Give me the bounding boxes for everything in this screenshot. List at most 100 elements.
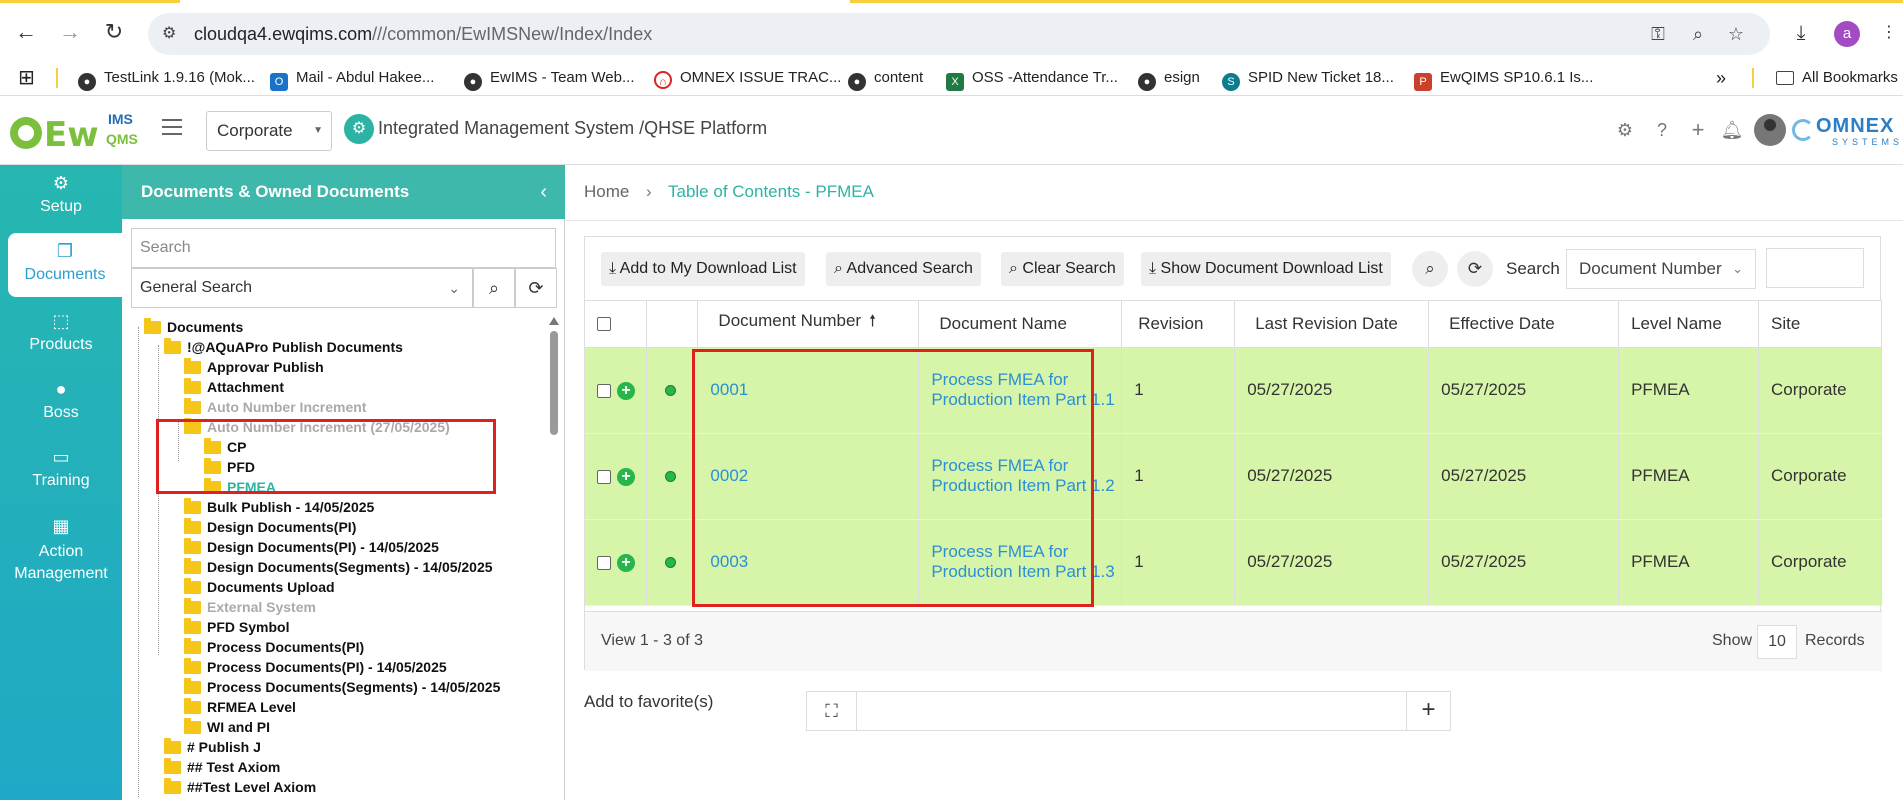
col-level-name[interactable]: Level Name	[1618, 301, 1759, 348]
tree-search-icon[interactable]: ⌕	[473, 268, 515, 308]
star-icon[interactable]: ☆	[1724, 22, 1748, 46]
all-bookmarks[interactable]: All Bookmarks	[1776, 67, 1898, 89]
tree-refresh-icon[interactable]: ⟳	[515, 268, 557, 308]
tree-node[interactable]: Design Documents(PI) - 14/05/2025	[184, 537, 439, 557]
add-to-download-list-button[interactable]: ⤓ Add to My Download List	[601, 252, 805, 286]
row-checkbox[interactable]	[597, 555, 611, 570]
tree-node[interactable]: Approvar Publish	[184, 357, 324, 377]
add-icon[interactable]: +	[1686, 118, 1710, 142]
nav-training[interactable]: ▭ Training	[0, 447, 122, 490]
expand-plus-icon[interactable]: +	[617, 381, 635, 400]
documents-grid: ⤓ Add to My Download List ⌕ Advanced Sea…	[584, 236, 1882, 671]
collapse-panel-icon[interactable]: ‹	[540, 165, 547, 219]
col-effective-date[interactable]: Effective Date	[1428, 301, 1620, 348]
tree-node[interactable]: ## Test Axiom	[164, 757, 280, 777]
bookmark-oss[interactable]: X OSS -Attendance Tr...	[946, 67, 1118, 91]
revision-cell: 1	[1121, 347, 1236, 434]
bookmark-content[interactable]: ● content	[848, 67, 923, 91]
folder-icon	[164, 338, 181, 354]
tree-node[interactable]: External System	[184, 597, 316, 617]
site-info-icon[interactable]: ⚙	[162, 23, 184, 45]
bookmark-spid[interactable]: S SPID New Ticket 18...	[1222, 67, 1394, 91]
ewqims-logo[interactable]: Ew IMS QMS	[10, 107, 150, 155]
tree-node[interactable]: Attachment	[184, 377, 284, 397]
search-field-select[interactable]: Document Number ⌄	[1566, 249, 1756, 289]
profile-avatar[interactable]: a	[1834, 21, 1860, 47]
expand-plus-icon[interactable]: +	[617, 467, 635, 486]
breadcrumb-home[interactable]: Home	[584, 182, 629, 202]
hamburger-menu-icon[interactable]	[162, 119, 182, 137]
nav-boss[interactable]: ● Boss	[0, 379, 122, 422]
tree-node[interactable]: PFD Symbol	[184, 617, 289, 637]
tree-node[interactable]: Design Documents(Segments) - 14/05/2025	[184, 557, 493, 577]
folder-icon	[184, 638, 201, 654]
col-last-revision-date[interactable]: Last Revision Date	[1234, 301, 1430, 348]
nav-setup[interactable]: ⚙ Setup	[0, 173, 122, 216]
tree-scrollbar[interactable]	[548, 317, 560, 800]
bookmark-ewqims[interactable]: P EwQIMS SP10.6.1 Is...	[1414, 67, 1593, 91]
bookmark-mail[interactable]: O Mail - Abdul Hakee...	[270, 67, 434, 91]
row-checkbox[interactable]	[597, 383, 611, 398]
bookmark-omnex-issue[interactable]: ∩ OMNEX ISSUE TRAC...	[654, 67, 841, 89]
help-icon[interactable]: ?	[1650, 118, 1674, 142]
tree-node[interactable]: WI and PI	[184, 717, 270, 737]
select-all-checkbox[interactable]	[597, 317, 611, 332]
tree-node[interactable]: # Publish J	[164, 737, 261, 757]
expand-plus-icon[interactable]: +	[617, 553, 635, 572]
tree-search-input[interactable]: Search	[131, 228, 556, 268]
col-site[interactable]: Site	[1758, 301, 1882, 348]
more-bookmarks-icon[interactable]: »	[1716, 67, 1726, 89]
key-icon[interactable]: ⚿	[1646, 22, 1670, 46]
tree-node[interactable]: Auto Number Increment	[184, 397, 366, 417]
settings-icon[interactable]: ⚙	[1613, 118, 1637, 142]
download-icon[interactable]: ⤓	[1788, 20, 1814, 46]
tree-node[interactable]: Process Documents(PI)	[184, 637, 364, 657]
tree-node[interactable]: RFMEA Level	[184, 697, 296, 717]
hierarchy-icon[interactable]: ⛶	[807, 692, 857, 730]
bookmark-esign[interactable]: ● esign	[1138, 67, 1200, 91]
forward-arrow-icon[interactable]: →	[56, 18, 84, 46]
add-favorite-button[interactable]: +	[1406, 692, 1450, 730]
refresh-circle-icon[interactable]: ⟳	[1457, 251, 1493, 287]
nav-products[interactable]: ⬚ Products	[0, 311, 122, 354]
zoom-icon[interactable]: ⌕	[1686, 22, 1710, 46]
last-revision-cell: 05/27/2025	[1234, 519, 1430, 606]
bookmark-testlink[interactable]: ● TestLink 1.9.16 (Mok...	[78, 67, 255, 91]
col-document-number[interactable]: Document Number 🠕	[697, 301, 920, 348]
url-text[interactable]: cloudqa4.ewqims.com///common/EwIMSNew/In…	[194, 24, 652, 45]
nav-action-management[interactable]: ▦ Action Management	[0, 515, 122, 585]
advanced-search-button[interactable]: ⌕ Advanced Search	[826, 252, 981, 286]
tree-node[interactable]: Bulk Publish - 14/05/2025	[184, 497, 374, 517]
tree-node[interactable]: ##Test Level Axiom	[164, 777, 316, 797]
col-revision[interactable]: Revision	[1121, 301, 1236, 348]
clear-search-button[interactable]: ⌕ Clear Search	[1001, 252, 1124, 286]
bookmark-ewims[interactable]: ● EwIMS - Team Web...	[464, 67, 635, 91]
tree-node-aquapro[interactable]: !@AQuAPro Publish Documents	[164, 337, 403, 357]
tree-node[interactable]: Process Documents(Segments) - 14/05/2025	[184, 677, 500, 697]
favorites-box[interactable]: ⛶ +	[806, 691, 1451, 731]
bell-icon[interactable]: 🔔︎	[1720, 118, 1744, 142]
search-type-select[interactable]: General Search ⌄	[131, 268, 473, 308]
records-per-page-input[interactable]: 10	[1757, 625, 1797, 659]
row-checkbox[interactable]	[597, 469, 611, 484]
folder-icon	[184, 558, 201, 574]
tree-node[interactable]: Documents Upload	[184, 577, 335, 597]
select-all-header[interactable]	[585, 301, 648, 348]
tree-node[interactable]: Process Documents(PI) - 14/05/2025	[184, 657, 447, 677]
apps-grid-icon[interactable]: ⊞	[18, 67, 35, 89]
nav-documents[interactable]: ❐ Documents	[8, 233, 122, 297]
more-menu-icon[interactable]: ⋮	[1876, 20, 1902, 46]
records-label: Records	[1805, 632, 1865, 649]
tree-node-documents[interactable]: Documents	[144, 317, 243, 337]
address-bar[interactable]: ⚙ cloudqa4.ewqims.com///common/EwIMSNew/…	[148, 13, 1770, 55]
grid-search-input[interactable]	[1766, 248, 1864, 288]
training-icon: ▭	[52, 447, 70, 467]
tree-node[interactable]: Design Documents(PI)	[184, 517, 356, 537]
col-document-name[interactable]: Document Name	[918, 301, 1123, 348]
user-avatar[interactable]	[1754, 114, 1786, 146]
show-download-list-button[interactable]: ⤓ Show Document Download List	[1141, 252, 1391, 286]
back-arrow-icon[interactable]: ←	[12, 18, 40, 46]
reload-icon[interactable]: ↻	[100, 18, 128, 46]
site-select[interactable]: Corporate ▼	[206, 111, 332, 151]
search-circle-icon[interactable]: ⌕	[1412, 251, 1448, 287]
